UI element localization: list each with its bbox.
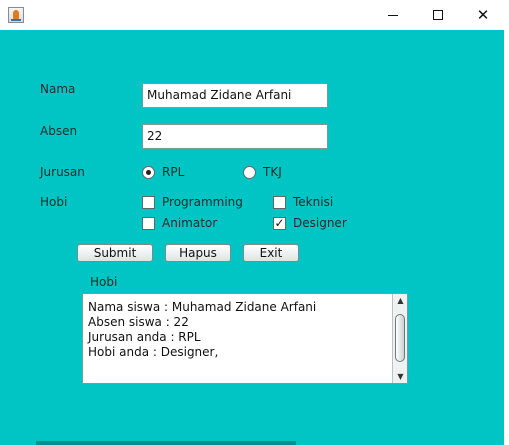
title-bar: ✕: [0, 0, 509, 30]
minimize-icon: [388, 14, 398, 16]
output-textarea[interactable]: Nama siswa : Muhamad Zidane Arfani Absen…: [82, 293, 408, 384]
checkbox-checked-icon: ✓: [273, 215, 286, 230]
checkbox-programming[interactable]: Programming: [142, 195, 243, 209]
radio-selected-icon: [142, 165, 155, 179]
radio-tkj-label: TKJ: [263, 165, 282, 179]
scroll-up-icon[interactable]: ▲: [393, 294, 408, 307]
absen-label: Absen: [40, 124, 78, 138]
scroll-thumb[interactable]: [395, 314, 405, 362]
radio-rpl[interactable]: RPL: [142, 165, 184, 179]
checkbox-teknisi[interactable]: Teknisi: [273, 195, 333, 209]
checkbox-designer-label: Designer: [293, 216, 347, 230]
radio-unselected-icon: [243, 165, 256, 179]
vertical-scrollbar[interactable]: ▲ ▼: [392, 294, 407, 383]
window-bottom-edge: [0, 441, 504, 445]
jurusan-label: Jurusan: [40, 165, 85, 179]
hapus-button[interactable]: Hapus: [165, 244, 231, 262]
checkbox-unchecked-icon: [273, 195, 286, 209]
absen-input[interactable]: 22: [142, 124, 328, 149]
output-label: Hobi: [90, 275, 118, 289]
checkbox-designer[interactable]: ✓ Designer: [273, 216, 347, 230]
checkbox-unchecked-icon: [142, 216, 155, 230]
app-window: ✕ Nama Muhamad Zidane Arfani Absen 22 Ju…: [0, 0, 509, 445]
checkbox-animator-label: Animator: [162, 216, 218, 230]
radio-tkj[interactable]: TKJ: [243, 165, 282, 179]
submit-button[interactable]: Submit: [77, 244, 153, 262]
checkbox-programming-label: Programming: [162, 195, 243, 209]
checkbox-unchecked-icon: [142, 195, 155, 209]
minimize-button[interactable]: [370, 0, 416, 30]
java-app-icon: [8, 7, 24, 23]
close-icon: ✕: [476, 5, 490, 24]
close-button[interactable]: ✕: [460, 0, 506, 30]
maximize-button[interactable]: [415, 0, 461, 30]
scroll-down-icon[interactable]: ▼: [393, 370, 408, 383]
nama-label: Nama: [40, 82, 76, 96]
radio-rpl-label: RPL: [162, 165, 185, 179]
exit-button[interactable]: Exit: [243, 244, 299, 262]
checkbox-animator[interactable]: Animator: [142, 216, 217, 230]
maximize-icon: [433, 10, 443, 20]
window-edge: [504, 30, 509, 445]
nama-input[interactable]: Muhamad Zidane Arfani: [142, 83, 328, 108]
output-text[interactable]: Nama siswa : Muhamad Zidane Arfani Absen…: [83, 294, 392, 383]
checkbox-teknisi-label: Teknisi: [293, 195, 334, 209]
hobi-label: Hobi: [40, 195, 68, 209]
